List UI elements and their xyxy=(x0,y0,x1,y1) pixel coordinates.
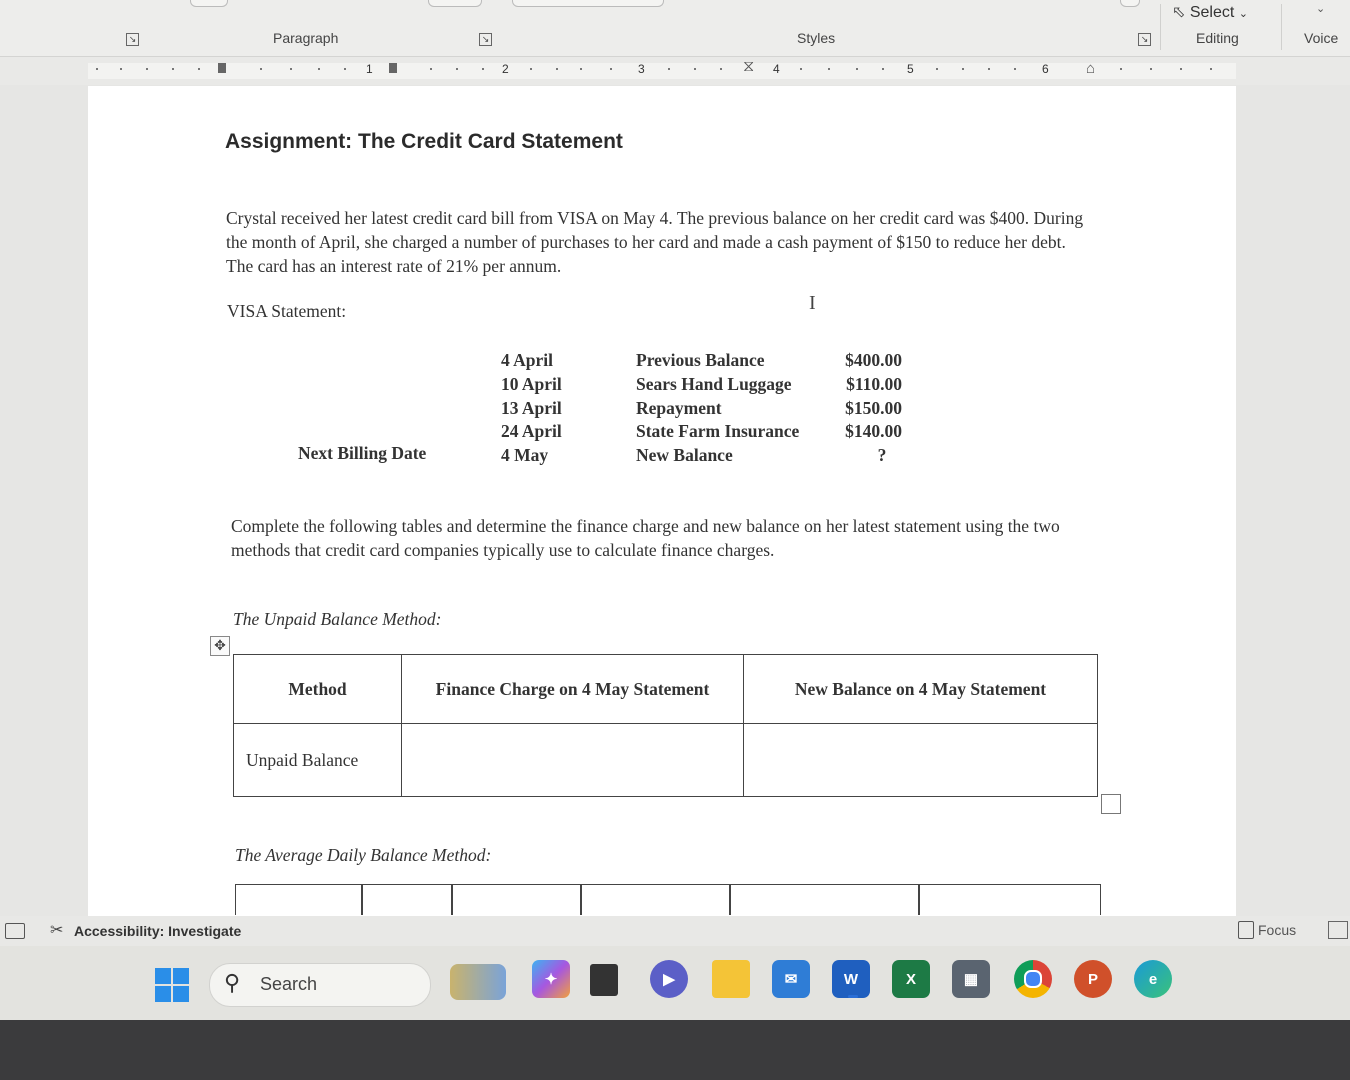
left-margin-marker[interactable] xyxy=(218,63,226,73)
statement-amount: $150.00 xyxy=(845,397,902,418)
statement-amount: $140.00 xyxy=(845,421,902,442)
statement-amount: $110.00 xyxy=(846,373,902,394)
intro-paragraph: Crystal received her latest credit card … xyxy=(226,208,1084,276)
table-header-row: Method Finance Charge on 4 May Statement… xyxy=(233,654,1098,724)
ribbon-button-stub[interactable] xyxy=(190,0,228,7)
average-daily-balance-method-label: The Average Daily Balance Method: xyxy=(235,845,492,865)
statement-date: 4 April xyxy=(501,350,554,370)
ruler-number: 3 xyxy=(638,62,645,76)
file-explorer-icon[interactable] xyxy=(712,960,750,998)
taskbar-search-box[interactable]: ⚲ Search xyxy=(209,963,431,1007)
edge-icon[interactable]: e xyxy=(1134,960,1172,998)
table-resize-handle[interactable] xyxy=(1101,794,1121,814)
excel-icon[interactable]: X xyxy=(892,960,930,998)
paragraph-dialog-launcher-icon[interactable]: ↘ xyxy=(479,33,492,46)
statement-dates: 4 April 10 April 13 April 24 April 4 May xyxy=(501,349,562,468)
widget-art-icon[interactable] xyxy=(450,964,506,1000)
ruler-number: 6 xyxy=(1042,62,1049,76)
meet-icon[interactable]: ▶ xyxy=(650,960,688,998)
status-bar: ✂ Accessibility: Investigate Focus xyxy=(0,916,1350,946)
word-active-indicator xyxy=(848,995,858,998)
styles-gallery-stub[interactable] xyxy=(512,0,664,7)
unpaid-balance-table: Method Finance Charge on 4 May Statement… xyxy=(233,654,1098,797)
statement-amount: ? xyxy=(877,445,887,466)
statement-description: Sears Hand Luggage xyxy=(636,373,792,394)
ruler-number: 1 xyxy=(366,62,373,76)
table-cell-method[interactable]: Unpaid Balance xyxy=(233,723,402,797)
focus-icon[interactable] xyxy=(1238,921,1254,939)
voice-group-label: Voice xyxy=(1304,30,1339,46)
table-header-cell[interactable]: Method xyxy=(233,654,402,724)
statement-description: New Balance xyxy=(636,445,733,466)
statement-descriptions: Previous Balance Sears Hand Luggage Repa… xyxy=(636,349,799,468)
select-button[interactable]: ⬁ Select ⌄ xyxy=(1172,2,1248,22)
search-label: Search xyxy=(260,974,318,994)
horizontal-ruler[interactable]: 1 2 3 ⧖ 4 5 6 ⌂ xyxy=(0,57,1350,85)
statement-description: State Farm Insurance xyxy=(636,421,800,442)
table-row: Unpaid Balance xyxy=(233,723,1098,797)
focus-mode-label[interactable]: Focus xyxy=(1258,922,1296,938)
voice-chevron-icon[interactable]: ⌄ xyxy=(1316,2,1325,15)
ribbon-separator xyxy=(1281,4,1282,50)
read-mode-icon[interactable] xyxy=(1328,921,1348,939)
chevron-down-icon: ⌄ xyxy=(1238,8,1248,20)
statement-description: Repayment xyxy=(636,397,722,418)
table-cell-finance-charge[interactable] xyxy=(401,723,744,797)
styles-group-label: Styles xyxy=(797,30,836,46)
statement-date: 24 April xyxy=(501,421,562,442)
accessibility-icon[interactable]: ✂ xyxy=(50,920,63,940)
next-billing-date-label: Next Billing Date xyxy=(298,443,427,463)
ruler-track xyxy=(88,63,1236,79)
ruler-number: 5 xyxy=(907,62,914,76)
table-header-cell[interactable]: Finance Charge on 4 May Statement xyxy=(401,654,744,724)
search-icon: ⚲ xyxy=(224,970,241,995)
cursor-arrow-icon: ⬁ xyxy=(1172,4,1186,21)
styles-dialog-launcher-icon[interactable]: ↘ xyxy=(1138,33,1151,46)
styles-gallery-more[interactable] xyxy=(1120,0,1140,7)
windows-start-icon[interactable] xyxy=(155,968,189,1002)
statement-amount: $400.00 xyxy=(845,350,902,370)
visa-statement-label: VISA Statement: xyxy=(227,301,347,321)
hanging-indent-marker[interactable]: ⧖ xyxy=(743,58,754,76)
chrome-icon[interactable] xyxy=(1014,960,1052,998)
font-dialog-launcher-icon[interactable]: ↘ xyxy=(126,33,139,46)
ribbon: ↘ Paragraph ↘ Styles ↘ ⬁ Select ⌄ Editin… xyxy=(0,0,1350,57)
tab-stop-marker[interactable] xyxy=(389,63,397,73)
statement-date: 4 May xyxy=(501,445,549,466)
statement-date: 13 April xyxy=(501,397,562,418)
macro-recording-icon[interactable] xyxy=(5,923,25,939)
select-label: Select xyxy=(1189,4,1235,21)
ribbon-button-stub[interactable] xyxy=(428,0,482,7)
table-move-handle-icon[interactable]: ✥ xyxy=(210,636,230,656)
table-cell-new-balance[interactable] xyxy=(743,723,1098,797)
accessibility-status[interactable]: Accessibility: Investigate xyxy=(74,923,241,939)
average-daily-balance-table[interactable] xyxy=(235,884,1101,915)
editing-group-label: Editing xyxy=(1196,30,1239,46)
word-icon[interactable]: W xyxy=(832,960,870,998)
table-header-cell[interactable]: New Balance on 4 May Statement xyxy=(743,654,1098,724)
files-app-icon[interactable] xyxy=(590,964,618,996)
powerpoint-icon[interactable]: P xyxy=(1074,960,1112,998)
mail-icon[interactable]: ✉ xyxy=(772,960,810,998)
calculator-icon[interactable]: ▦ xyxy=(952,960,990,998)
monitor-bezel xyxy=(0,1020,1350,1080)
document-title: Assignment: The Credit Card Statement xyxy=(225,130,623,153)
statement-description: Previous Balance xyxy=(636,350,765,370)
copilot-icon[interactable]: ✦ xyxy=(532,960,570,998)
ribbon-separator xyxy=(1160,4,1161,50)
unpaid-balance-method-label: The Unpaid Balance Method: xyxy=(233,609,442,629)
paragraph-group-label: Paragraph xyxy=(273,30,339,46)
statement-amounts: $400.00 $110.00 $150.00 $140.00 ? xyxy=(836,349,902,468)
text-cursor-icon: I xyxy=(809,292,816,314)
right-indent-marker[interactable]: ⌂ xyxy=(1086,60,1095,77)
statement-date: 10 April xyxy=(501,373,562,394)
taskbar: ⚲ Search ✦ ▶ ✉ W X ▦ P e xyxy=(0,946,1350,1020)
ruler-number: 2 xyxy=(502,62,509,76)
ruler-number: 4 xyxy=(773,62,780,76)
instructions-paragraph: Complete the following tables and determ… xyxy=(231,516,1060,560)
